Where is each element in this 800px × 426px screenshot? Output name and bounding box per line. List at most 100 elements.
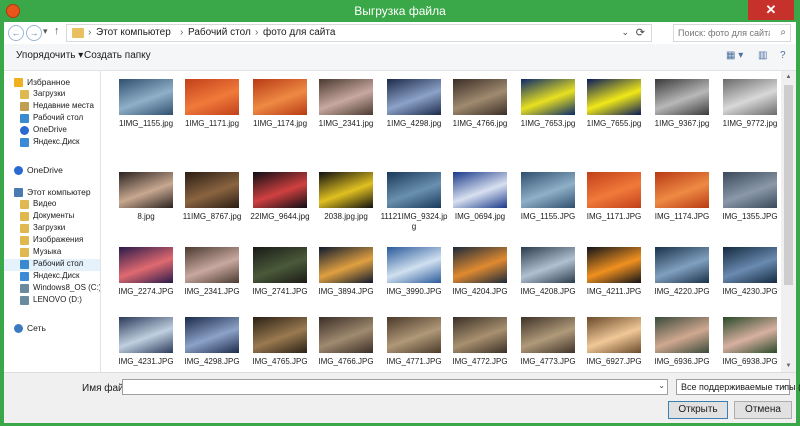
recent-locations-dropdown[interactable]: ▾ [43, 26, 48, 37]
image-thumbnail[interactable] [185, 317, 239, 353]
change-view-icon[interactable]: ▦ ▾ [726, 50, 743, 61]
image-thumbnail[interactable] [521, 172, 575, 208]
refresh-icon[interactable]: ⟳ [636, 26, 645, 39]
image-thumbnail[interactable] [119, 317, 173, 353]
star-icon [14, 78, 23, 87]
breadcrumb-photo-folder[interactable]: фото для сайта [263, 27, 335, 38]
organize-button[interactable]: Упорядочить ▾ [16, 50, 83, 61]
image-thumbnail[interactable] [319, 247, 373, 283]
preview-pane-icon[interactable]: ▥ [758, 50, 767, 61]
back-button[interactable]: ← [8, 25, 24, 41]
sidebar-item[interactable]: Загрузки [4, 89, 100, 101]
sidebar-item[interactable]: Рабочий стол [4, 259, 100, 271]
file-type-select[interactable]: Все поддерживаемые типы (*. ⌄ [676, 379, 800, 395]
image-thumbnail[interactable] [185, 247, 239, 283]
image-thumbnail[interactable] [185, 79, 239, 115]
forward-button[interactable]: → [26, 25, 42, 41]
new-folder-button[interactable]: Создать папку [84, 50, 151, 61]
filename-combobox[interactable]: ⌄ [122, 379, 668, 395]
search-input[interactable] [678, 26, 770, 40]
file-name-label: 8.jpg [137, 212, 155, 221]
chevron-down-icon[interactable]: ⌄ [658, 381, 665, 390]
file-name-label: IMG_6936.JPG [654, 357, 710, 366]
bottom-panel: Имя файла: ⌄ Все поддерживаемые типы (*.… [4, 372, 800, 423]
scrollbar-thumb[interactable] [784, 85, 793, 285]
image-thumbnail[interactable] [387, 79, 441, 115]
sidebar-item[interactable]: Видео [4, 199, 100, 211]
image-thumbnail[interactable] [655, 172, 709, 208]
image-thumbnail[interactable] [319, 317, 373, 353]
open-button[interactable]: Открыть [668, 401, 728, 419]
image-thumbnail[interactable] [587, 172, 641, 208]
image-thumbnail[interactable] [319, 79, 373, 115]
image-thumbnail[interactable] [253, 317, 307, 353]
up-button[interactable]: ↑ [54, 25, 60, 37]
breadcrumb-desktop[interactable]: Рабочий стол [188, 27, 251, 38]
help-icon[interactable]: ? [780, 50, 786, 61]
image-thumbnail[interactable] [185, 172, 239, 208]
file-name-label: IMG_3894.JPG [318, 287, 374, 296]
address-dropdown-icon[interactable]: ⌄ [621, 27, 629, 38]
sidebar-item[interactable]: Избранное [4, 77, 100, 89]
image-thumbnail[interactable] [521, 79, 575, 115]
sidebar-item[interactable]: OneDrive [4, 165, 100, 177]
image-thumbnail[interactable] [319, 172, 373, 208]
image-thumbnail[interactable] [521, 317, 575, 353]
sidebar-item[interactable]: Изображения [4, 235, 100, 247]
image-thumbnail[interactable] [723, 317, 777, 353]
search-box[interactable]: ⌕ [673, 24, 791, 42]
sidebar-item[interactable]: Документы [4, 211, 100, 223]
onedrive-icon [14, 166, 23, 175]
scroll-down-icon[interactable]: ▼ [781, 360, 796, 372]
address-bar[interactable]: › Этот компьютер › Рабочий стол › фото д… [66, 24, 652, 42]
sidebar-item[interactable]: Музыка [4, 247, 100, 259]
image-thumbnail[interactable] [387, 172, 441, 208]
sidebar-item[interactable]: Рабочий стол [4, 113, 100, 125]
image-thumbnail[interactable] [119, 79, 173, 115]
sidebar-item-label: Недавние места [33, 101, 94, 110]
sidebar-item[interactable]: LENOVO (D:) [4, 295, 100, 307]
image-thumbnail[interactable] [587, 79, 641, 115]
sidebar-item[interactable]: Яндекс.Диск [4, 137, 100, 149]
image-thumbnail[interactable] [655, 317, 709, 353]
image-thumbnail[interactable] [387, 247, 441, 283]
sidebar-item[interactable]: Недавние места [4, 101, 100, 113]
scroll-up-icon[interactable]: ▲ [781, 71, 796, 83]
image-thumbnail[interactable] [387, 317, 441, 353]
image-thumbnail[interactable] [453, 317, 507, 353]
image-thumbnail[interactable] [521, 247, 575, 283]
image-thumbnail[interactable] [587, 247, 641, 283]
image-thumbnail[interactable] [655, 247, 709, 283]
close-button[interactable]: ✕ [748, 0, 794, 20]
vertical-scrollbar[interactable]: ▲ ▼ [781, 71, 796, 372]
pictures-folder-icon [20, 236, 29, 245]
image-thumbnail[interactable] [253, 247, 307, 283]
file-name-label: 1IMG_7655.jpg [586, 119, 642, 128]
sidebar-item[interactable]: Яндекс.Диск [4, 271, 100, 283]
cancel-button[interactable]: Отмена [734, 401, 792, 419]
filename-input[interactable] [126, 381, 646, 393]
chevron-down-icon[interactable]: ⌄ [780, 381, 787, 390]
breadcrumb-this-pc[interactable]: Этот компьютер [96, 27, 171, 38]
search-icon[interactable]: ⌕ [780, 27, 786, 38]
sidebar-item[interactable]: OneDrive [4, 125, 100, 137]
image-thumbnail[interactable] [655, 79, 709, 115]
image-thumbnail[interactable] [253, 79, 307, 115]
image-thumbnail[interactable] [723, 247, 777, 283]
image-thumbnail[interactable] [453, 247, 507, 283]
image-thumbnail[interactable] [723, 172, 777, 208]
image-thumbnail[interactable] [453, 79, 507, 115]
image-thumbnail[interactable] [119, 172, 173, 208]
image-thumbnail[interactable] [119, 247, 173, 283]
file-list-view: 1IMG_1155.jpg 1IMG_1171.jpg 1IMG_1174.jpg 1… [101, 71, 781, 372]
sidebar-item[interactable]: Этот компьютер [4, 187, 100, 199]
image-thumbnail[interactable] [453, 172, 507, 208]
sidebar-item[interactable]: Windows8_OS (C:) [4, 283, 100, 295]
video-folder-icon [20, 200, 29, 209]
image-thumbnail[interactable] [587, 317, 641, 353]
sidebar-item[interactable]: Сеть [4, 323, 100, 335]
image-thumbnail[interactable] [253, 172, 307, 208]
image-thumbnail[interactable] [723, 79, 777, 115]
sidebar-item[interactable]: Загрузки [4, 223, 100, 235]
network-icon [14, 324, 23, 333]
